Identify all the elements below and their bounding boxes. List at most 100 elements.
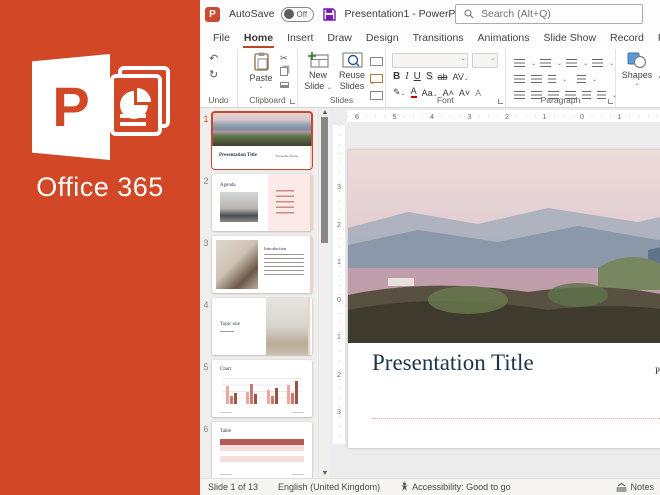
- paste-chevron-icon: ⌄: [246, 84, 276, 91]
- reuse-slides-label-2: Slides: [340, 81, 365, 91]
- thumb-chart-bar: [295, 381, 298, 404]
- new-slide-label-1: New: [309, 70, 327, 80]
- tab-insert[interactable]: Insert: [280, 29, 320, 48]
- accessibility-status[interactable]: Accessibility: Good to go: [400, 482, 511, 492]
- thumbnail-scrollbar-thumb[interactable]: [321, 117, 328, 243]
- text-shadow-button[interactable]: S: [426, 71, 433, 82]
- thumb-chart-bar-group: [246, 384, 257, 404]
- slides-group-label: Slides: [298, 95, 385, 105]
- thumb-chart-bar: [287, 385, 290, 404]
- slide-title[interactable]: Presentation Title: [372, 350, 534, 376]
- format-painter-icon[interactable]: [280, 82, 289, 88]
- slide-1-thumbnail[interactable]: Presentation Title Presenter Name: [212, 112, 312, 169]
- slide-6-thumbnail[interactable]: Table: [212, 422, 312, 478]
- paste-label: Paste: [249, 73, 272, 83]
- bold-button[interactable]: B: [393, 71, 400, 82]
- hruler-number: 4: [427, 112, 437, 121]
- tab-slide-show[interactable]: Slide Show: [537, 29, 604, 48]
- tab-transitions[interactable]: Transitions: [406, 29, 471, 48]
- tab-record[interactable]: Record: [603, 29, 651, 48]
- thumb-chart-bar: [254, 394, 257, 404]
- tab-file[interactable]: File: [206, 29, 237, 48]
- vruler-number: 2: [333, 370, 345, 379]
- clipboard-dialog-launcher-icon[interactable]: [290, 99, 295, 104]
- redo-icon[interactable]: ↻: [209, 68, 218, 81]
- hruler-number: 5: [390, 112, 400, 121]
- cut-icon[interactable]: ✂: [280, 53, 288, 64]
- paste-button[interactable]: Paste ⌄: [246, 52, 276, 91]
- search-input[interactable]: Search (Alt+Q): [455, 4, 643, 24]
- shapes-button[interactable]: Shapes ⌄: [620, 52, 654, 88]
- slide-2-thumbnail[interactable]: Agenda: [212, 174, 312, 231]
- reuse-slides-icon: [342, 52, 363, 68]
- font-dialog-launcher-icon[interactable]: [498, 99, 503, 104]
- thumbnail-row-2: 2 Agenda: [200, 174, 318, 231]
- strikethrough-button[interactable]: ab: [437, 72, 447, 82]
- slide-5-thumbnail[interactable]: Chart: [212, 360, 312, 417]
- tab-home[interactable]: Home: [237, 29, 280, 48]
- underline-button[interactable]: U: [414, 71, 421, 82]
- font-name-combobox[interactable]: [392, 53, 468, 68]
- autosave-label: AutoSave: [229, 8, 275, 20]
- slide-5-number: 5: [200, 360, 212, 417]
- paragraph-dialog-launcher-icon[interactable]: [608, 99, 613, 104]
- slide-6-thumb-table: [220, 439, 304, 467]
- italic-button[interactable]: I: [405, 71, 408, 82]
- shapes-icon: [627, 52, 647, 68]
- slide-2-thumb-title: Agenda: [220, 183, 236, 188]
- undo-icon[interactable]: ↶: [209, 52, 218, 65]
- character-spacing-button[interactable]: AV⌄: [453, 72, 469, 82]
- slide-1-thumb-photo: [212, 112, 312, 146]
- thumb-chart-bar: [291, 393, 294, 404]
- slide-presenter-name[interactable]: Presenter Name: [655, 366, 660, 376]
- language-indicator[interactable]: English (United Kingdom): [278, 482, 380, 492]
- thumbnail-row-5: 5 Chart: [200, 360, 318, 417]
- tab-animations[interactable]: Animations: [471, 29, 537, 48]
- slide-4-thumb-photo: [266, 298, 310, 355]
- ribbon-group-clipboard: Paste ⌄ ✂ Clipboard: [238, 49, 298, 107]
- slide-indicator: Slide 1 of 13: [208, 482, 258, 492]
- ribbon-group-paragraph: ⌄ ⌄ ⌄ ⌄ ⌄ ⌄ ⌄: [506, 49, 616, 107]
- powerpoint-logo: P: [32, 50, 162, 162]
- tab-design[interactable]: Design: [359, 29, 406, 48]
- slide-4-thumb-title: Topic one: [220, 322, 240, 327]
- screenshot-root: P Office 365 P AutoSave Off: [0, 0, 660, 495]
- thumb-chart-bar-group: [226, 386, 237, 404]
- copy-icon[interactable]: [280, 67, 288, 76]
- powerpoint-app-icon: P: [205, 7, 220, 22]
- shapes-chevron-icon: ⌄: [620, 81, 654, 88]
- document-title: Presentation1 - PowerPoint: [345, 8, 473, 20]
- reuse-slides-button[interactable]: Reuse Slides: [336, 52, 368, 91]
- product-name: Office 365: [0, 172, 200, 203]
- new-slide-button[interactable]: New Slide ⌄: [303, 52, 333, 92]
- slide-4-number: 4: [200, 298, 212, 355]
- autosave-toggle[interactable]: Off: [281, 7, 314, 22]
- ribbon-group-slides: New Slide ⌄ Reuse Slides ⌄ ⌄ Slides: [298, 49, 386, 107]
- thumbnail-scrollbar[interactable]: ▲ ▼: [318, 108, 330, 478]
- slide-2-thumb-list: [276, 190, 294, 216]
- slide-canvas[interactable]: Presentation Title Presenter Name: [348, 150, 660, 448]
- accessibility-icon: [400, 482, 409, 492]
- notes-label: Notes: [630, 482, 654, 492]
- autosave-state: Off: [297, 10, 308, 19]
- slide-editor: 65432101 3210123: [330, 108, 660, 478]
- reset-button[interactable]: [370, 70, 383, 88]
- shapes-label: Shapes: [622, 70, 653, 80]
- slide-3-thumbnail[interactable]: Introduction: [212, 236, 312, 293]
- undo-group-label: Undo: [200, 95, 237, 105]
- notes-button[interactable]: Notes: [616, 482, 654, 492]
- save-icon[interactable]: [323, 8, 336, 21]
- slide-3-thumb-photo: [216, 240, 258, 289]
- slide-3-number: 3: [200, 236, 212, 293]
- tab-review[interactable]: Review: [651, 29, 660, 48]
- font-size-combobox[interactable]: [472, 53, 498, 68]
- tab-draw[interactable]: Draw: [320, 29, 359, 48]
- title-bar: P AutoSave Off Presentation1 - PowerPoin…: [200, 0, 660, 28]
- thumbnail-row-6: 6 Table: [200, 422, 318, 478]
- slide-4-thumbnail[interactable]: Topic one: [212, 298, 312, 355]
- vruler-number: 3: [333, 407, 345, 416]
- slide-2-thumb-photo: [220, 192, 258, 222]
- workspace: 1 Presentation Title Presenter Name 2 Ag…: [200, 108, 660, 478]
- thumb-chart-bar: [226, 386, 229, 404]
- ribbon-group-undo: ↶ ↻ Undo: [200, 49, 238, 107]
